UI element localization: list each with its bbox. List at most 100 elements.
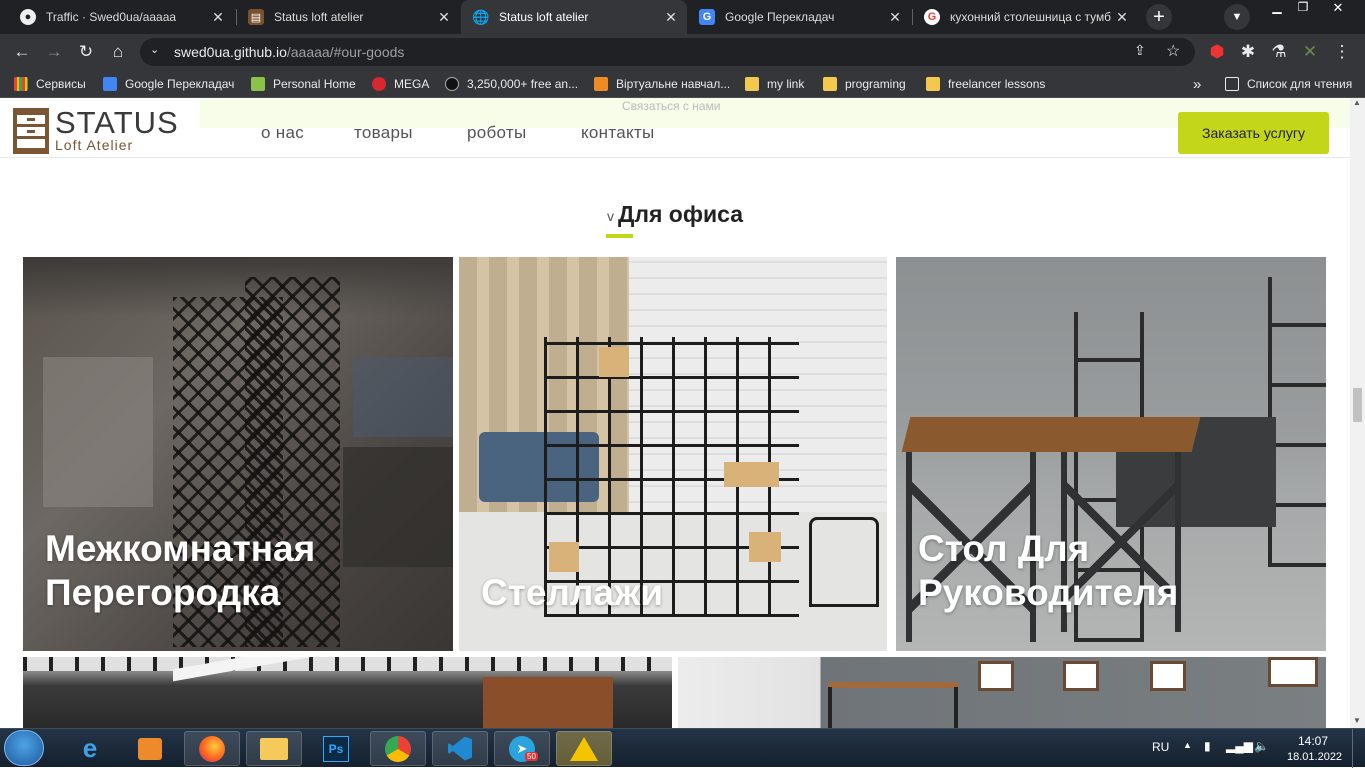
internet-explorer-icon[interactable]: e xyxy=(62,731,118,766)
chevron-down-icon[interactable]: v xyxy=(607,208,614,224)
bookmark-virtual-learning[interactable]: Віртуальне навчал... xyxy=(594,76,730,92)
telegram-icon[interactable]: ➤ 50 xyxy=(494,731,550,766)
telegram-badge: 50 xyxy=(525,752,538,761)
extension-icon[interactable]: ✕ xyxy=(1298,40,1322,64)
bookmark-services[interactable]: Сервисы xyxy=(14,76,86,92)
file-explorer-icon[interactable] xyxy=(246,731,302,766)
chrome-icon[interactable] xyxy=(370,731,426,766)
nav-contacts[interactable]: контакты xyxy=(581,123,655,143)
product-card-4[interactable] xyxy=(23,657,672,728)
bookmark-mega[interactable]: MEGA xyxy=(372,76,429,92)
product-card-label: Межкомнатная Перегородка xyxy=(45,528,316,613)
scroll-down-icon[interactable]: ▼ xyxy=(1353,716,1361,725)
tab-google[interactable]: G кухонний столешница с тумб ✕ xyxy=(912,0,1138,34)
tab-title: Traffic · Swed0ua/aaaaa xyxy=(46,10,177,24)
scrollbar-thumb[interactable] xyxy=(1353,388,1362,422)
close-tab-icon[interactable]: ✕ xyxy=(1112,9,1132,26)
network-signal-icon[interactable]: ▂▄▆ xyxy=(1226,739,1253,753)
labs-flask-icon[interactable]: ⚗ xyxy=(1267,40,1291,64)
menu-icon[interactable]: ⋮ xyxy=(1330,40,1354,64)
close-tab-icon[interactable]: ✕ xyxy=(661,9,681,26)
learning-icon xyxy=(594,77,608,91)
folder-icon xyxy=(745,77,759,91)
site-icon: ▤ xyxy=(248,9,264,25)
back-icon[interactable]: ← xyxy=(10,40,34,64)
close-tab-icon[interactable]: ✕ xyxy=(208,9,228,26)
scroll-up-icon[interactable]: ▲ xyxy=(1353,98,1361,107)
bookmark-personal-home[interactable]: Personal Home xyxy=(251,76,356,92)
order-service-button[interactable]: Заказать услугу xyxy=(1178,112,1329,154)
folder-icon xyxy=(926,77,940,91)
bookmark-translate[interactable]: Google Перекладач xyxy=(103,76,234,92)
home-icon[interactable]: ⌂ xyxy=(106,40,130,64)
tab-status-active[interactable]: 🌐 Status loft atelier ✕ xyxy=(461,0,687,34)
translate-icon: G xyxy=(699,9,715,25)
product-card-desk[interactable]: Стол Для Руководителя xyxy=(896,257,1326,651)
tab-title: кухонний столешница с тумб xyxy=(950,10,1112,24)
close-window-icon[interactable]: ✕ xyxy=(1318,0,1358,18)
bookmark-star-icon[interactable]: ☆ xyxy=(1166,41,1180,61)
bookmark-free-icons[interactable]: 3,250,000+ free an... xyxy=(445,76,578,92)
page-scrollbar[interactable]: ▲ ▼ xyxy=(1350,98,1365,728)
url-path: /aaaaa/#our-goods xyxy=(286,44,405,60)
google-icon: G xyxy=(924,9,940,25)
close-tab-icon[interactable]: ✕ xyxy=(885,9,905,26)
firefox-icon[interactable] xyxy=(184,731,240,766)
nav-works[interactable]: роботы xyxy=(467,123,527,143)
photoshop-icon[interactable]: Ps xyxy=(308,731,364,766)
share-icon[interactable]: ⇪ xyxy=(1134,42,1146,59)
bookmarks-bar: Сервисы Google Перекладач Personal Home … xyxy=(0,70,1365,98)
logo-subtitle: Loft Atelier xyxy=(55,137,134,153)
nav-about[interactable]: о нас xyxy=(261,123,304,143)
clock-date[interactable]: 18.01.2022 xyxy=(1287,751,1342,763)
rack-right xyxy=(1268,277,1326,567)
forward-icon[interactable]: → xyxy=(42,40,66,64)
tab-translate[interactable]: G Google Перекладач ✕ xyxy=(687,0,911,34)
more-bookmarks-button[interactable]: » xyxy=(1193,76,1201,93)
tab-title: Status loft atelier xyxy=(499,10,589,24)
battery-icon[interactable]: ▮ xyxy=(1204,739,1211,753)
adblock-extension-icon[interactable]: ⬢ xyxy=(1205,40,1229,64)
product-card-label: Стеллажи xyxy=(481,572,663,613)
tab-search-icon[interactable]: ▼ xyxy=(1224,4,1250,30)
tab-strip: ● Traffic · Swed0ua/aaaaa ✕ ▤ Status lof… xyxy=(0,0,1365,34)
windows-taskbar: e Ps ➤ 50 RU ▲ ▮ ▂▄▆ 🔈 14:07 18.01.2022 xyxy=(0,728,1365,768)
site-info-icon[interactable]: ⌄ xyxy=(150,43,159,56)
vscode-icon[interactable] xyxy=(432,731,488,766)
contact-link[interactable]: Связаться с нами xyxy=(622,99,720,113)
nav-products[interactable]: товары xyxy=(354,123,413,143)
folder-icon xyxy=(823,77,837,91)
tab-status-1[interactable]: ▤ Status loft atelier ✕ xyxy=(236,0,460,34)
minimize-icon[interactable]: ▁ xyxy=(1262,0,1292,18)
site-logo[interactable]: STATUS Loft Atelier xyxy=(13,105,198,156)
web-page: Связаться с нами STATUS Loft Atelier о н… xyxy=(0,98,1350,728)
start-button[interactable] xyxy=(4,730,44,766)
product-card-5[interactable] xyxy=(678,657,1326,728)
close-tab-icon[interactable]: ✕ xyxy=(434,9,454,26)
warning-app-icon[interactable] xyxy=(556,731,612,766)
address-bar[interactable]: ⌄ swed0ua.github.io/aaaaa/#our-goods ⇪ ☆ xyxy=(140,38,1195,66)
desk-top xyxy=(901,417,1201,452)
language-indicator[interactable]: RU xyxy=(1152,740,1169,754)
show-hidden-icons-icon[interactable]: ▲ xyxy=(1183,740,1192,750)
restore-icon[interactable]: ❐ xyxy=(1290,0,1316,18)
mega-icon xyxy=(372,77,386,91)
extensions-icon[interactable]: ✱ xyxy=(1236,40,1260,64)
reading-list-button[interactable]: Список для чтения xyxy=(1225,76,1352,92)
title-underline xyxy=(606,234,633,238)
bookmark-my-link[interactable]: my link xyxy=(745,76,804,92)
bookmark-programing[interactable]: programing xyxy=(823,76,906,92)
apps-grid-icon xyxy=(14,77,28,91)
browser-toolbar: ← → ↻ ⌂ ⌄ swed0ua.github.io/aaaaa/#our-g… xyxy=(0,34,1365,70)
media-player-icon[interactable] xyxy=(122,731,178,766)
product-card-shelving[interactable]: Стеллажи xyxy=(459,257,887,651)
new-tab-button[interactable]: + xyxy=(1146,4,1172,30)
reload-icon[interactable]: ↻ xyxy=(74,40,98,64)
bookmark-freelancer[interactable]: freelancer lessons xyxy=(926,76,1045,92)
clock-time[interactable]: 14:07 xyxy=(1298,734,1328,748)
product-card-partition[interactable]: Межкомнатная Перегородка xyxy=(23,257,453,651)
show-desktop-button[interactable] xyxy=(1352,729,1365,768)
tab-github[interactable]: ● Traffic · Swed0ua/aaaaa ✕ xyxy=(8,0,234,34)
volume-icon[interactable]: 🔈 xyxy=(1254,739,1269,753)
product-card-label: Стол Для Руководителя xyxy=(918,528,1179,613)
